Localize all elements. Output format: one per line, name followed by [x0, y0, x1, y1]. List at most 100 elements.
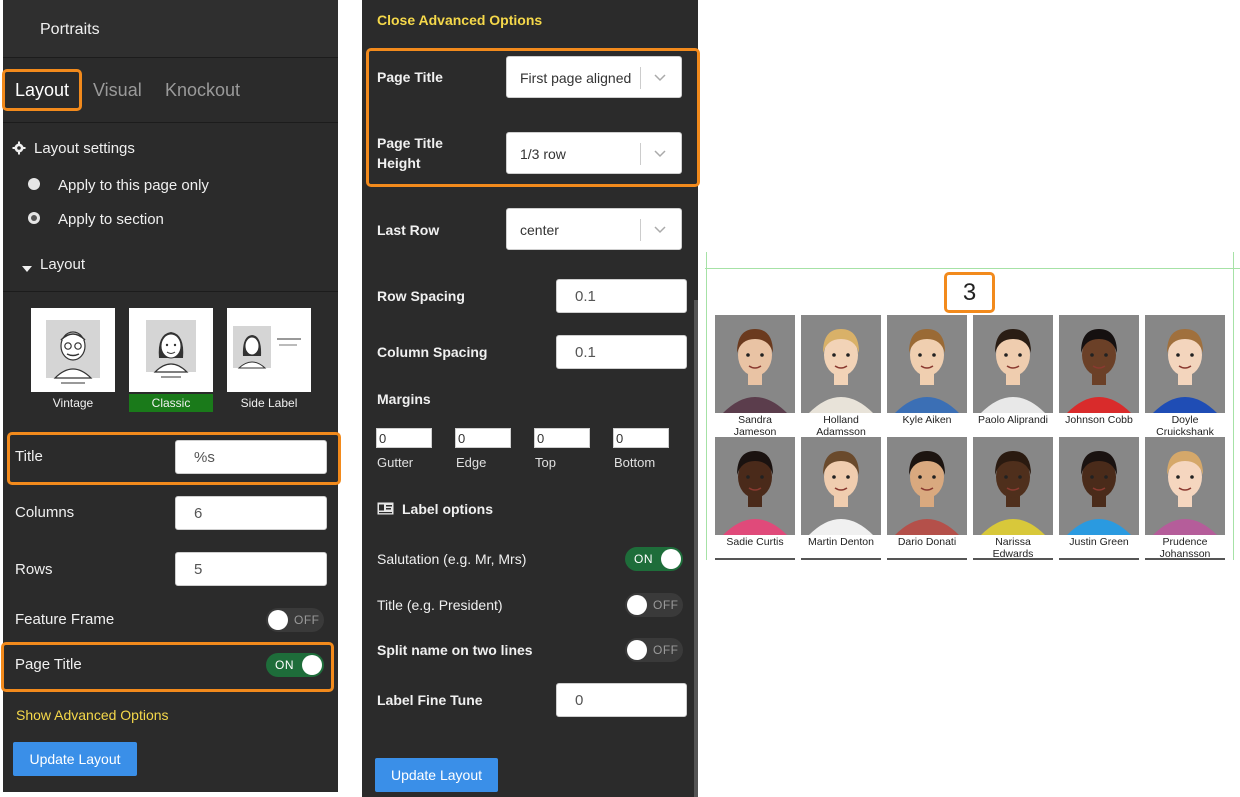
- student-portrait-image: [715, 315, 795, 413]
- portrait-photo[interactable]: [1059, 437, 1139, 535]
- student-portrait-image: [1059, 315, 1139, 413]
- name-line-1: Justin Green: [1069, 536, 1129, 548]
- name-line-1: Holland: [823, 414, 859, 426]
- rows-input[interactable]: 5: [175, 552, 327, 586]
- select-value: center: [520, 222, 559, 238]
- bottom-caption: Bottom: [614, 455, 656, 470]
- portrait-name: Narissa Edwards: [973, 536, 1053, 560]
- name-line-1: Sadie Curtis: [726, 536, 784, 548]
- radio-this-page-label[interactable]: Apply to this page only: [58, 177, 209, 194]
- portrait-photo[interactable]: [1145, 437, 1225, 535]
- portrait-photo[interactable]: [1145, 315, 1225, 413]
- title-toggle[interactable]: OFF: [625, 593, 683, 617]
- page-title-label: Page Title: [377, 69, 443, 85]
- radio-section-label[interactable]: Apply to section: [58, 211, 164, 228]
- guide-line: [1233, 252, 1234, 560]
- portrait-photo-edge: [715, 558, 795, 560]
- select-divider: [640, 143, 641, 165]
- name-line-1: Narissa: [995, 536, 1031, 548]
- page-title-toggle[interactable]: ON: [266, 653, 324, 677]
- tab-visual[interactable]: Visual: [93, 81, 142, 99]
- page-title-select[interactable]: First page aligned: [506, 56, 682, 98]
- page-title-height-select[interactable]: 1/3 row: [506, 132, 682, 174]
- gutter-input[interactable]: 0: [376, 428, 432, 448]
- portrait-photo[interactable]: [887, 437, 967, 535]
- chevron-down-icon: [653, 146, 667, 160]
- rows-label: Rows: [15, 561, 53, 578]
- update-layout-button[interactable]: Update Layout: [375, 758, 498, 792]
- portrait-photo[interactable]: [973, 315, 1053, 413]
- portrait-photo[interactable]: [887, 315, 967, 413]
- top-caption: Top: [535, 455, 556, 470]
- guide-line: [706, 252, 707, 560]
- label-options-title: Label options: [402, 501, 493, 517]
- caret-down-icon[interactable]: [22, 260, 32, 278]
- column-spacing-label: Column Spacing: [377, 344, 488, 360]
- title-input[interactable]: %s: [175, 440, 327, 474]
- student-portrait-image: [887, 315, 967, 413]
- toggle-state: OFF: [653, 598, 679, 612]
- thumb-label-classic: Classic: [129, 394, 213, 412]
- page-number-title[interactable]: 3: [944, 279, 995, 307]
- columns-input[interactable]: 6: [175, 496, 327, 530]
- portrait-photo[interactable]: [715, 315, 795, 413]
- portrait-photo[interactable]: [973, 437, 1053, 535]
- portrait-name: Sandra Jameson: [715, 414, 795, 438]
- classic-portrait-icon: [146, 320, 196, 378]
- last-row-label: Last Row: [377, 222, 440, 238]
- layout-thumb-vintage[interactable]: [31, 308, 115, 392]
- last-row-select[interactable]: center: [506, 208, 682, 250]
- portrait-photo[interactable]: [801, 315, 881, 413]
- tab-layout[interactable]: Layout: [15, 81, 69, 99]
- name-line-1: Sandra: [738, 414, 772, 426]
- portrait-name: Sadie Curtis: [715, 536, 795, 548]
- student-portrait-image: [801, 315, 881, 413]
- toggle-state: ON: [634, 552, 653, 566]
- row-spacing-label: Row Spacing: [377, 288, 465, 304]
- portrait-photo-edge: [801, 558, 881, 560]
- top-input[interactable]: 0: [534, 428, 590, 448]
- divider: [3, 291, 338, 292]
- chevron-down-icon: [653, 70, 667, 84]
- page-title-height-label-line1: Page Title: [377, 135, 443, 151]
- scrollbar[interactable]: [694, 300, 698, 797]
- portrait-photo[interactable]: [1059, 315, 1139, 413]
- portrait-name: Martin Denton: [801, 536, 881, 548]
- portrait-photo-edge: [1145, 558, 1225, 560]
- radio-section[interactable]: [28, 212, 40, 224]
- split-name-toggle[interactable]: OFF: [625, 638, 683, 662]
- select-value: 1/3 row: [520, 146, 566, 162]
- row-spacing-input[interactable]: 0.1: [556, 279, 687, 313]
- salutation-label: Salutation (e.g. Mr, Mrs): [377, 551, 527, 567]
- feature-frame-toggle[interactable]: OFF: [266, 608, 324, 632]
- salutation-toggle[interactable]: ON: [625, 547, 683, 571]
- layout-thumb-side-label[interactable]: [227, 308, 311, 392]
- page-title-height-label-line2: Height: [377, 155, 421, 171]
- portrait-photo[interactable]: [801, 437, 881, 535]
- name-line-1: Dario Donati: [897, 536, 957, 548]
- radio-this-page[interactable]: [28, 178, 40, 190]
- name-line-1: Prudence: [1162, 536, 1208, 548]
- edge-input[interactable]: 0: [455, 428, 511, 448]
- thumb-label-side-label: Side Label: [240, 396, 298, 410]
- id-card-icon: [377, 502, 394, 520]
- student-portrait-image: [973, 315, 1053, 413]
- thumb-label-vintage: Vintage: [52, 396, 94, 410]
- name-line-1: Johnson Cobb: [1065, 414, 1133, 426]
- portrait-photo-edge: [1059, 558, 1139, 560]
- label-fine-tune-label: Label Fine Tune: [377, 692, 483, 708]
- tab-knockout[interactable]: Knockout: [165, 81, 240, 99]
- layout-section-label[interactable]: Layout: [40, 256, 85, 273]
- close-advanced-options-link[interactable]: Close Advanced Options: [377, 12, 542, 28]
- column-spacing-input[interactable]: 0.1: [556, 335, 687, 369]
- portrait-photo[interactable]: [715, 437, 795, 535]
- portrait-name: Paolo Aliprandi: [973, 414, 1053, 426]
- label-fine-tune-input[interactable]: 0: [556, 683, 687, 717]
- update-layout-button[interactable]: Update Layout: [13, 742, 137, 776]
- layout-thumb-classic[interactable]: [129, 308, 213, 392]
- side-label-portrait-icon: [233, 326, 301, 369]
- show-advanced-options-link[interactable]: Show Advanced Options: [16, 707, 169, 723]
- bottom-input[interactable]: 0: [613, 428, 669, 448]
- tab-bar: Layout Visual Knockout: [3, 59, 338, 123]
- toggle-knob: [627, 640, 647, 660]
